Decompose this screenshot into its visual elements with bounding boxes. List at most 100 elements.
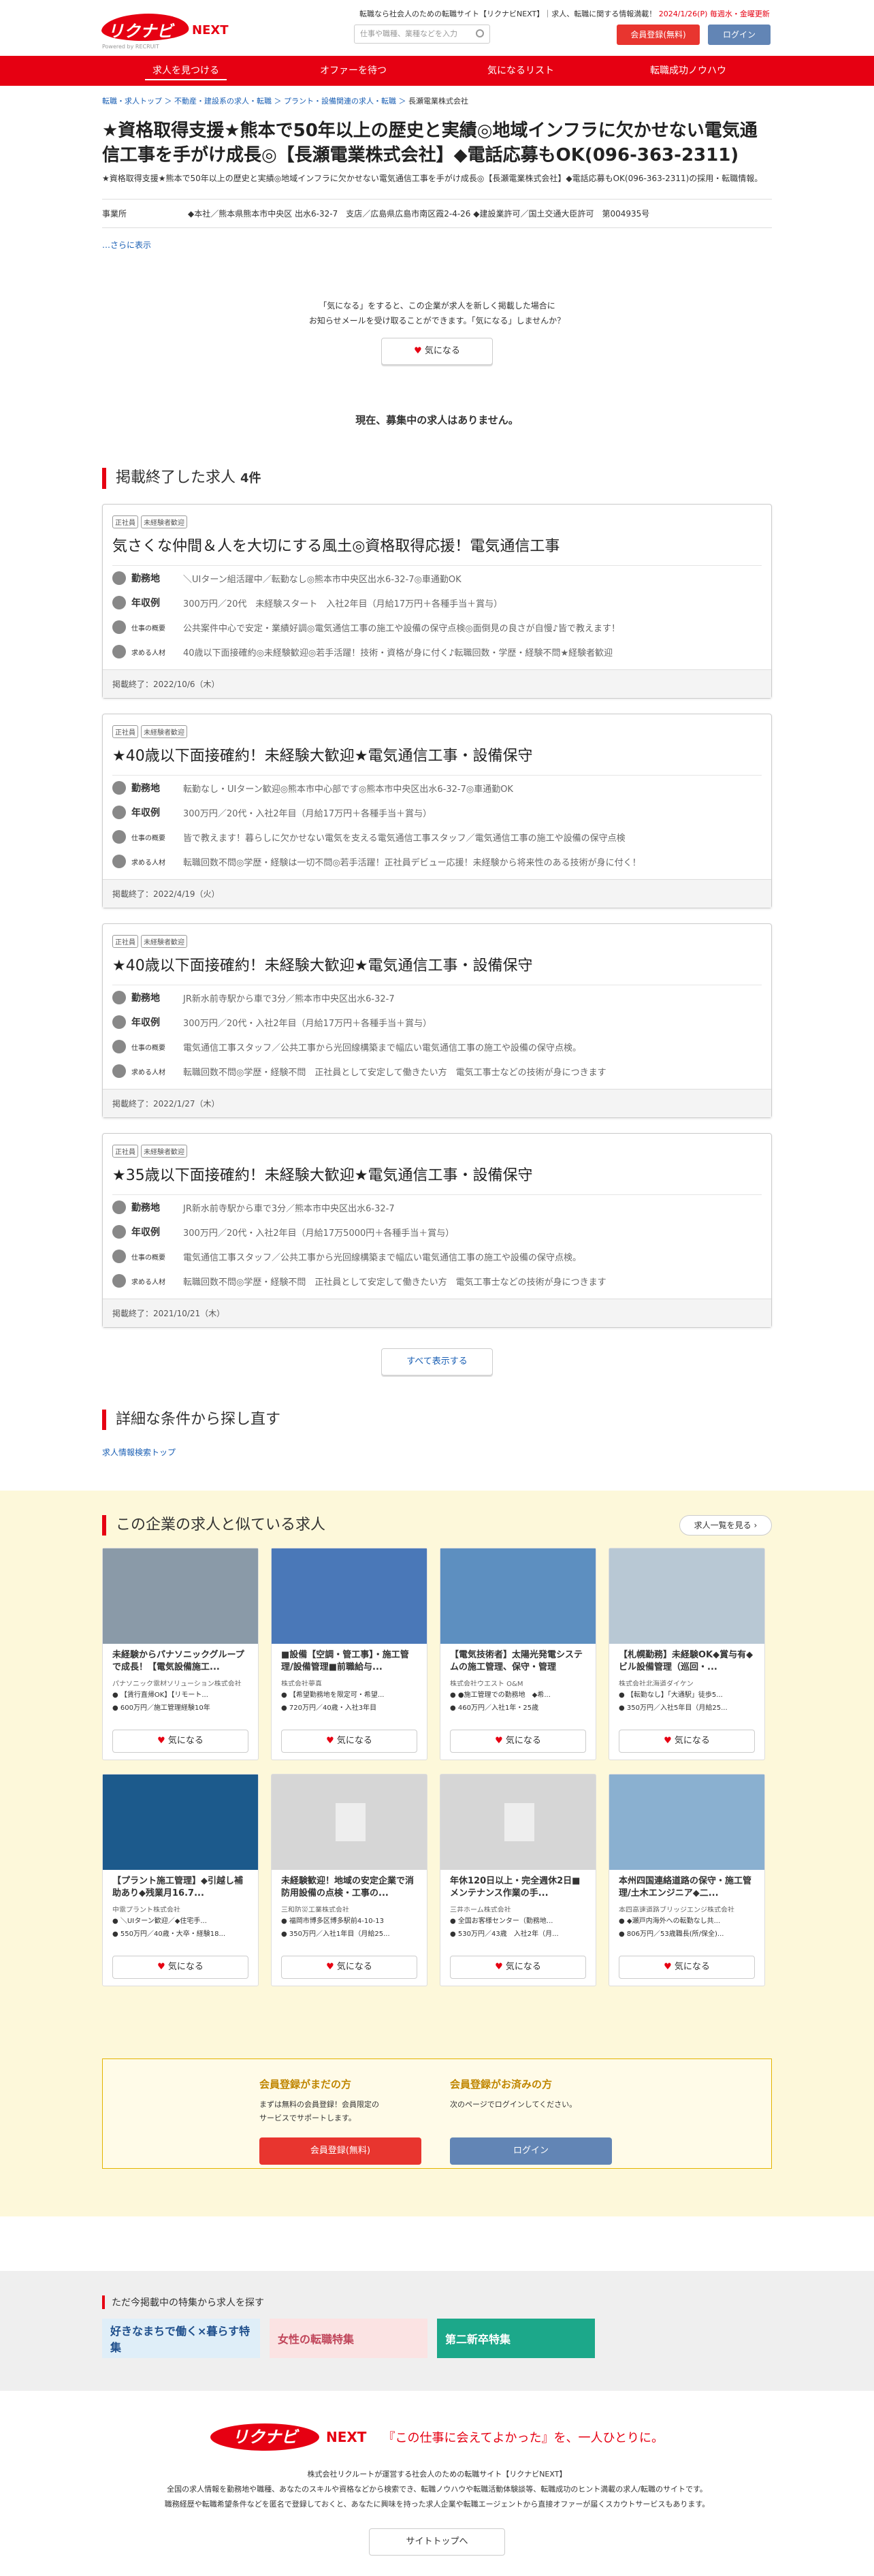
similar-job-card[interactable]: 本州四国連絡道路の保守・施工管理/土木エンジニア◆二... 本四高速道路ブリッジエ… bbox=[609, 1774, 765, 1986]
similar-job-salary-text: 460万円／入社1年・25歳 bbox=[457, 1704, 539, 1712]
rikunabi-logo[interactable]: リクナビ NEXT Powered by RECRUIT bbox=[99, 14, 229, 50]
heart-icon: ♥ bbox=[326, 1736, 334, 1746]
ended-job-card[interactable]: 正社員 未経験者歓迎 ★35歳以下面接確約！未経験大歓迎★電気通信工事・設備保守勤務… bbox=[102, 1133, 772, 1328]
yen-icon: ● bbox=[450, 1930, 456, 1938]
feature-banner[interactable]: 好きなまちで働く×暮らす特集 bbox=[102, 2319, 260, 2358]
similar-job-card[interactable]: 【電気技術者】太陽光発電システムの施工管理、保守・管理 株式会社ウエスト O&M ●… bbox=[440, 1548, 596, 1760]
similar-job-title[interactable]: 未経験からパナソニックグループで成長！【電気設備施工... bbox=[103, 1644, 258, 1675]
footer-catch: 『この仕事に会えてよかった』を、一人ひとりに。 bbox=[383, 2431, 664, 2445]
similar-job-place: ● ●施工管理での勤務地 ◆希... bbox=[440, 1686, 596, 1699]
similar-job-card[interactable]: 未経験歓迎！地域の安定企業で消防用設備の点検・工事の... 三和防災工業株式会社 ●… bbox=[271, 1774, 427, 1986]
yen-icon: ● bbox=[450, 1704, 456, 1712]
kininaru-button[interactable]: ♥ 気になる bbox=[281, 1956, 417, 1979]
job-photo-placeholder[interactable] bbox=[272, 1775, 427, 1870]
job-title[interactable]: ★40歳以下面接確約！未経験大歓迎★電気通信工事・設備保守 bbox=[112, 744, 762, 776]
job-tags: 正社員 未経験者歓迎 bbox=[112, 1145, 762, 1158]
office-label: 事業所 bbox=[102, 209, 127, 219]
tag-seishain: 正社員 bbox=[112, 935, 138, 948]
similar-job-card[interactable]: ■設備【空調・管工事】・施工管理/設備管理■前職給与... 株式会社夢真 ● 【希望… bbox=[271, 1548, 427, 1760]
briefcase-icon bbox=[112, 830, 126, 844]
person-icon bbox=[112, 1274, 126, 1288]
similar-job-title[interactable]: 【札幌勤務】未経験OK◆賞与有◆ビル設備管理（巡回・... bbox=[609, 1644, 764, 1675]
ended-job-card[interactable]: 正社員 未経験者歓迎 気さくな仲間＆人を大切にする風土◎資格取得応援！電気通信工事勤… bbox=[102, 504, 772, 699]
search-top-link[interactable]: 求人情報検索トップ bbox=[102, 1446, 772, 1458]
see-more-button[interactable]: 求人一覧を見る › bbox=[679, 1515, 772, 1536]
job-photo-placeholder[interactable] bbox=[440, 1775, 596, 1870]
job-title[interactable]: ★35歳以下面接確約！未経験大歓迎★電気通信工事・設備保守 bbox=[112, 1163, 762, 1195]
job-summary-row: 仕事の概要 電気通信工事スタッフ／公共工事から光回線構築まで幅広い電気通信工事の施… bbox=[112, 1034, 762, 1059]
register-button[interactable]: 会員登録(無料) bbox=[617, 25, 700, 45]
similar-job-place: ● 福岡市博多区博多駅前4-10-13 bbox=[272, 1912, 427, 1925]
similar-job-title[interactable]: 未経験歓迎！地域の安定企業で消防用設備の点検・工事の... bbox=[272, 1870, 427, 1901]
kininaru-button[interactable]: ♥ 気になる bbox=[112, 1730, 248, 1753]
heart-icon: ♥ bbox=[326, 1962, 334, 1972]
similar-job-company: 三和防災工業株式会社 bbox=[281, 1907, 349, 1912]
similar-job-card[interactable]: 未経験からパナソニックグループで成長！【電気設備施工... パナソニック電材ソリュ… bbox=[102, 1548, 259, 1760]
breadcrumb-links[interactable]: 転職・求人トップ ＞ 不動産・建設系の求人・転職 ＞ プラント・設備関連の求人・… bbox=[102, 97, 406, 106]
retry-section: 詳細な条件から探し直す 求人情報検索トップ bbox=[102, 1410, 772, 1458]
job-photo[interactable] bbox=[103, 1548, 258, 1644]
kininaru-button[interactable]: ♥ 気になる bbox=[112, 1956, 248, 1979]
job-photo[interactable] bbox=[103, 1775, 258, 1870]
nav-wait-offer[interactable]: オファーを待つ bbox=[270, 56, 437, 86]
similar-job-card[interactable]: 【札幌勤務】未経験OK◆賞与有◆ビル設備管理（巡回・... 株式会社北海道ダイケン… bbox=[609, 1548, 765, 1760]
nav-find-jobs[interactable]: 求人を見つける bbox=[102, 56, 270, 86]
similar-job-salary: ● 530万円／43歳 入社2年（月... bbox=[440, 1925, 596, 1938]
show-all-button[interactable]: すべて表示する bbox=[381, 1348, 493, 1376]
site-top-button[interactable]: サイトトップへ bbox=[369, 2528, 505, 2556]
footer-logo[interactable]: リクナビ NEXT 『この仕事に会えてよかった』を、一人ひとりに。 bbox=[210, 2423, 664, 2451]
heart-icon: ♥ bbox=[664, 1962, 672, 1972]
similar-job-place-text: 全国お客様センター（勤務地... bbox=[457, 1918, 553, 1925]
similar-job-title[interactable]: ■設備【空調・管工事】・施工管理/設備管理■前職給与... bbox=[272, 1644, 427, 1675]
similar-job-title[interactable]: 【プラント施工管理】◆引越し補助あり◆残業月16.7... bbox=[103, 1870, 258, 1901]
yen-icon: ● bbox=[112, 1930, 118, 1938]
salary-label: 年収例 bbox=[131, 808, 160, 818]
kininaru-button[interactable]: ♥ 気になる bbox=[450, 1956, 586, 1979]
job-title[interactable]: ★40歳以下面接確約！未経験大歓迎★電気通信工事・設備保守 bbox=[112, 953, 762, 985]
kininaru-label: 気になる bbox=[674, 1736, 710, 1746]
similar-job-company: 本四高速道路ブリッジエンジ株式会社 bbox=[619, 1907, 734, 1912]
job-tags: 正社員 未経験者歓迎 bbox=[112, 725, 762, 738]
similar-job-salary: ● 806万円／53歳職長(所/保全)... bbox=[609, 1925, 764, 1938]
member-register-button[interactable]: 会員登録(無料) bbox=[259, 2137, 421, 2165]
similar-job-title[interactable]: 本州四国連絡道路の保守・施工管理/土木エンジニア◆二... bbox=[609, 1870, 764, 1901]
salary-value: 300万円／20代・入社2年目（月給17万5000円＋各種手当＋賞与） bbox=[183, 1228, 455, 1239]
place-value: 転勤なし・UIターン歓迎◎熊本市中心部です◎熊本市中央区出水6-32-7◎車通勤… bbox=[183, 784, 513, 795]
place-label: 勤務地 bbox=[131, 1203, 160, 1213]
similar-job-card[interactable]: 年休120日以上・完全週休2日■メンテナンス作業の手... 三井ホーム株式会社 ● … bbox=[440, 1774, 596, 1986]
search-input[interactable]: 仕事や職種、業種などを入力 bbox=[354, 25, 490, 44]
kininaru-button[interactable]: ♥ 気になる bbox=[281, 1730, 417, 1753]
ended-job-card[interactable]: 正社員 未経験者歓迎 ★40歳以下面接確約！未経験大歓迎★電気通信工事・設備保守 勤務… bbox=[102, 923, 772, 1118]
show-more-link[interactable]: …さらに表示 bbox=[102, 239, 772, 251]
member-login-button[interactable]: ログイン bbox=[450, 2137, 612, 2165]
ended-job-card[interactable]: 正社員 未経験者歓迎 ★40歳以下面接確約！未経験大歓迎★電気通信工事・設備保守 勤務… bbox=[102, 714, 772, 908]
place-value: JR新水前寺駅から車で3分／熊本市中央区出水6-32-7 bbox=[183, 993, 395, 1004]
heart-icon: ♥ bbox=[664, 1736, 672, 1746]
job-photo[interactable] bbox=[609, 1775, 764, 1870]
similar-job-title[interactable]: 【電気技術者】太陽光発電システムの施工管理、保守・管理 bbox=[440, 1644, 596, 1675]
salary-value: 300万円／20代・入社2年目（月給17万円＋各種手当＋賞与） bbox=[183, 1018, 432, 1029]
similar-job-card[interactable]: 【プラント施工管理】◆引越し補助あり◆残業月16.7... 中電プラント株式会社 ●… bbox=[102, 1774, 259, 1986]
nav-knowhow[interactable]: 転職成功ノウハウ bbox=[604, 56, 772, 86]
feature-banner[interactable]: 第二新卒特集 bbox=[437, 2319, 595, 2358]
search-icon[interactable] bbox=[476, 29, 484, 37]
kininaru-button[interactable]: ♥ 気になる bbox=[619, 1730, 755, 1753]
job-photo[interactable] bbox=[440, 1548, 596, 1644]
similar-job-place-text: 福岡市博多区博多駅前4-10-13 bbox=[289, 1918, 384, 1925]
kininaru-button[interactable]: ♥ 気になる bbox=[381, 338, 493, 365]
kininaru-button[interactable]: ♥ 気になる bbox=[619, 1956, 755, 1979]
job-tags: 正社員 未経験者歓迎 bbox=[112, 515, 762, 528]
location-icon bbox=[112, 781, 126, 795]
feature-banner[interactable]: 女性の転職特集 bbox=[270, 2319, 427, 2358]
job-photo[interactable] bbox=[609, 1548, 764, 1644]
similar-job-salary: ● 350万円／入社5年目（月給25... bbox=[609, 1699, 764, 1712]
no-job-message: 現在、募集中の求人はありません。 bbox=[355, 414, 519, 426]
similar-job-title[interactable]: 年休120日以上・完全週休2日■メンテナンス作業の手... bbox=[440, 1870, 596, 1901]
nav-kininaru-list[interactable]: 気になるリスト bbox=[437, 56, 604, 86]
job-photo[interactable] bbox=[272, 1548, 427, 1644]
kininaru-button[interactable]: ♥ 気になる bbox=[450, 1730, 586, 1753]
page-title: ★資格取得支援★熊本で50年以上の歴史と実績◎地域インフラに欠かせない電気通信工… bbox=[102, 121, 758, 165]
job-title[interactable]: 気さくな仲間＆人を大切にする風土◎資格取得応援！電気通信工事 bbox=[112, 534, 762, 566]
login-button[interactable]: ログイン bbox=[708, 25, 771, 45]
tag-seishain: 正社員 bbox=[112, 725, 138, 738]
